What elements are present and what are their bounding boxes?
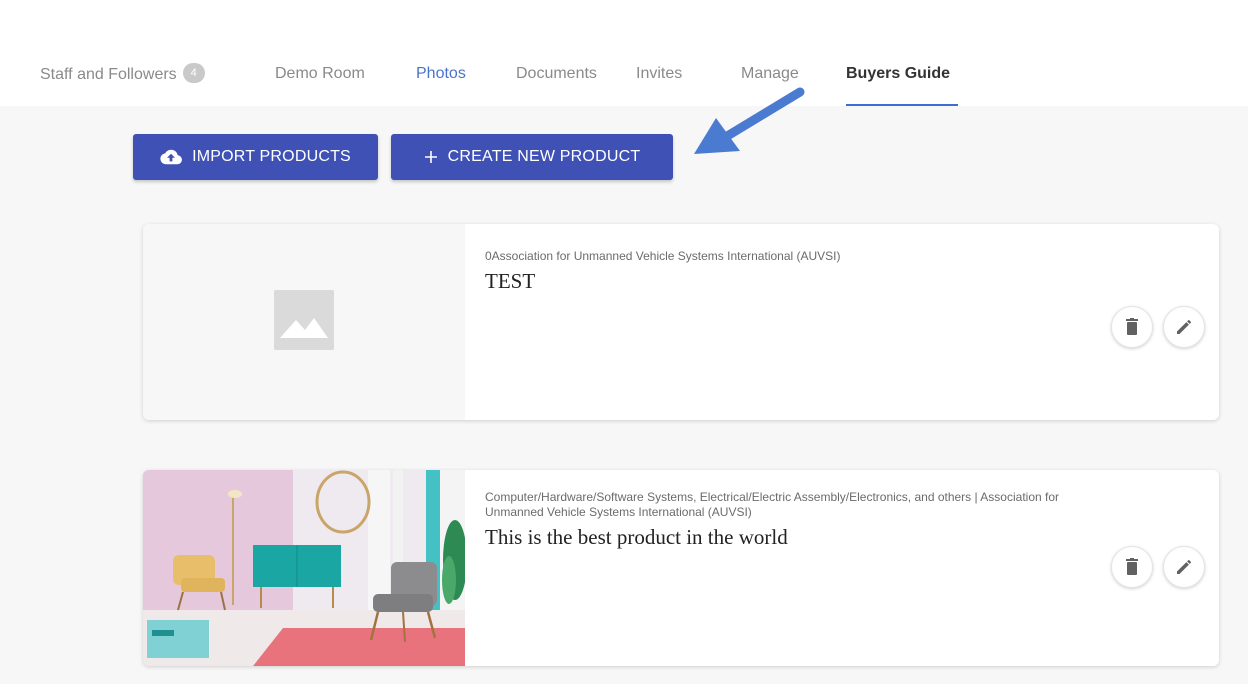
top-bar [0,0,1248,106]
staff-count-badge: 4 [182,63,205,83]
image-placeholder-icon [274,290,334,350]
product-card[interactable]: Computer/Hardware/Software Systems, Elec… [143,470,1219,666]
living-room-photo [143,470,467,666]
create-new-product-label: CREATE NEW PRODUCT [447,148,641,165]
tab-manage[interactable]: Manage [741,65,799,83]
plus-icon [424,150,438,164]
tab-buyers-guide[interactable]: Buyers Guide [846,65,950,83]
product-title: TEST [485,269,536,293]
edit-product-button[interactable] [1163,546,1205,588]
product-info: Computer/Hardware/Software Systems, Elec… [485,490,1069,550]
product-info: 0Association for Unmanned Vehicle System… [485,249,1069,294]
active-tab-indicator [846,104,958,106]
pencil-icon [1177,319,1192,334]
tab-photos[interactable]: Photos [416,65,466,83]
product-category: 0Association for Unmanned Vehicle System… [485,249,841,263]
annotation-arrow [694,87,805,154]
product-photo [143,470,467,666]
pencil-icon [1177,559,1192,574]
create-new-product-button[interactable]: CREATE NEW PRODUCT [391,134,673,180]
trash-icon [1126,558,1138,575]
product-thumbnail [143,224,465,420]
tab-label-staff: Staff and Followers [40,66,177,84]
tab-invites[interactable]: Invites [636,65,682,83]
tab-demo-room[interactable]: Demo Room [275,65,365,83]
product-category: Computer/Hardware/Software Systems, Elec… [485,490,1060,519]
cloud-upload-icon [160,149,182,165]
tab-documents[interactable]: Documents [516,65,597,83]
product-title: This is the best product in the world [485,525,788,549]
delete-product-button[interactable] [1111,546,1153,588]
delete-product-button[interactable] [1111,306,1153,348]
trash-icon [1126,318,1138,335]
edit-product-button[interactable] [1163,306,1205,348]
tab-staff-and-followers[interactable]: Staff and Followers 4 [40,63,205,85]
import-products-button[interactable]: IMPORT PRODUCTS [133,134,378,180]
product-card[interactable]: 0Association for Unmanned Vehicle System… [143,224,1219,420]
import-products-label: IMPORT PRODUCTS [192,148,351,165]
